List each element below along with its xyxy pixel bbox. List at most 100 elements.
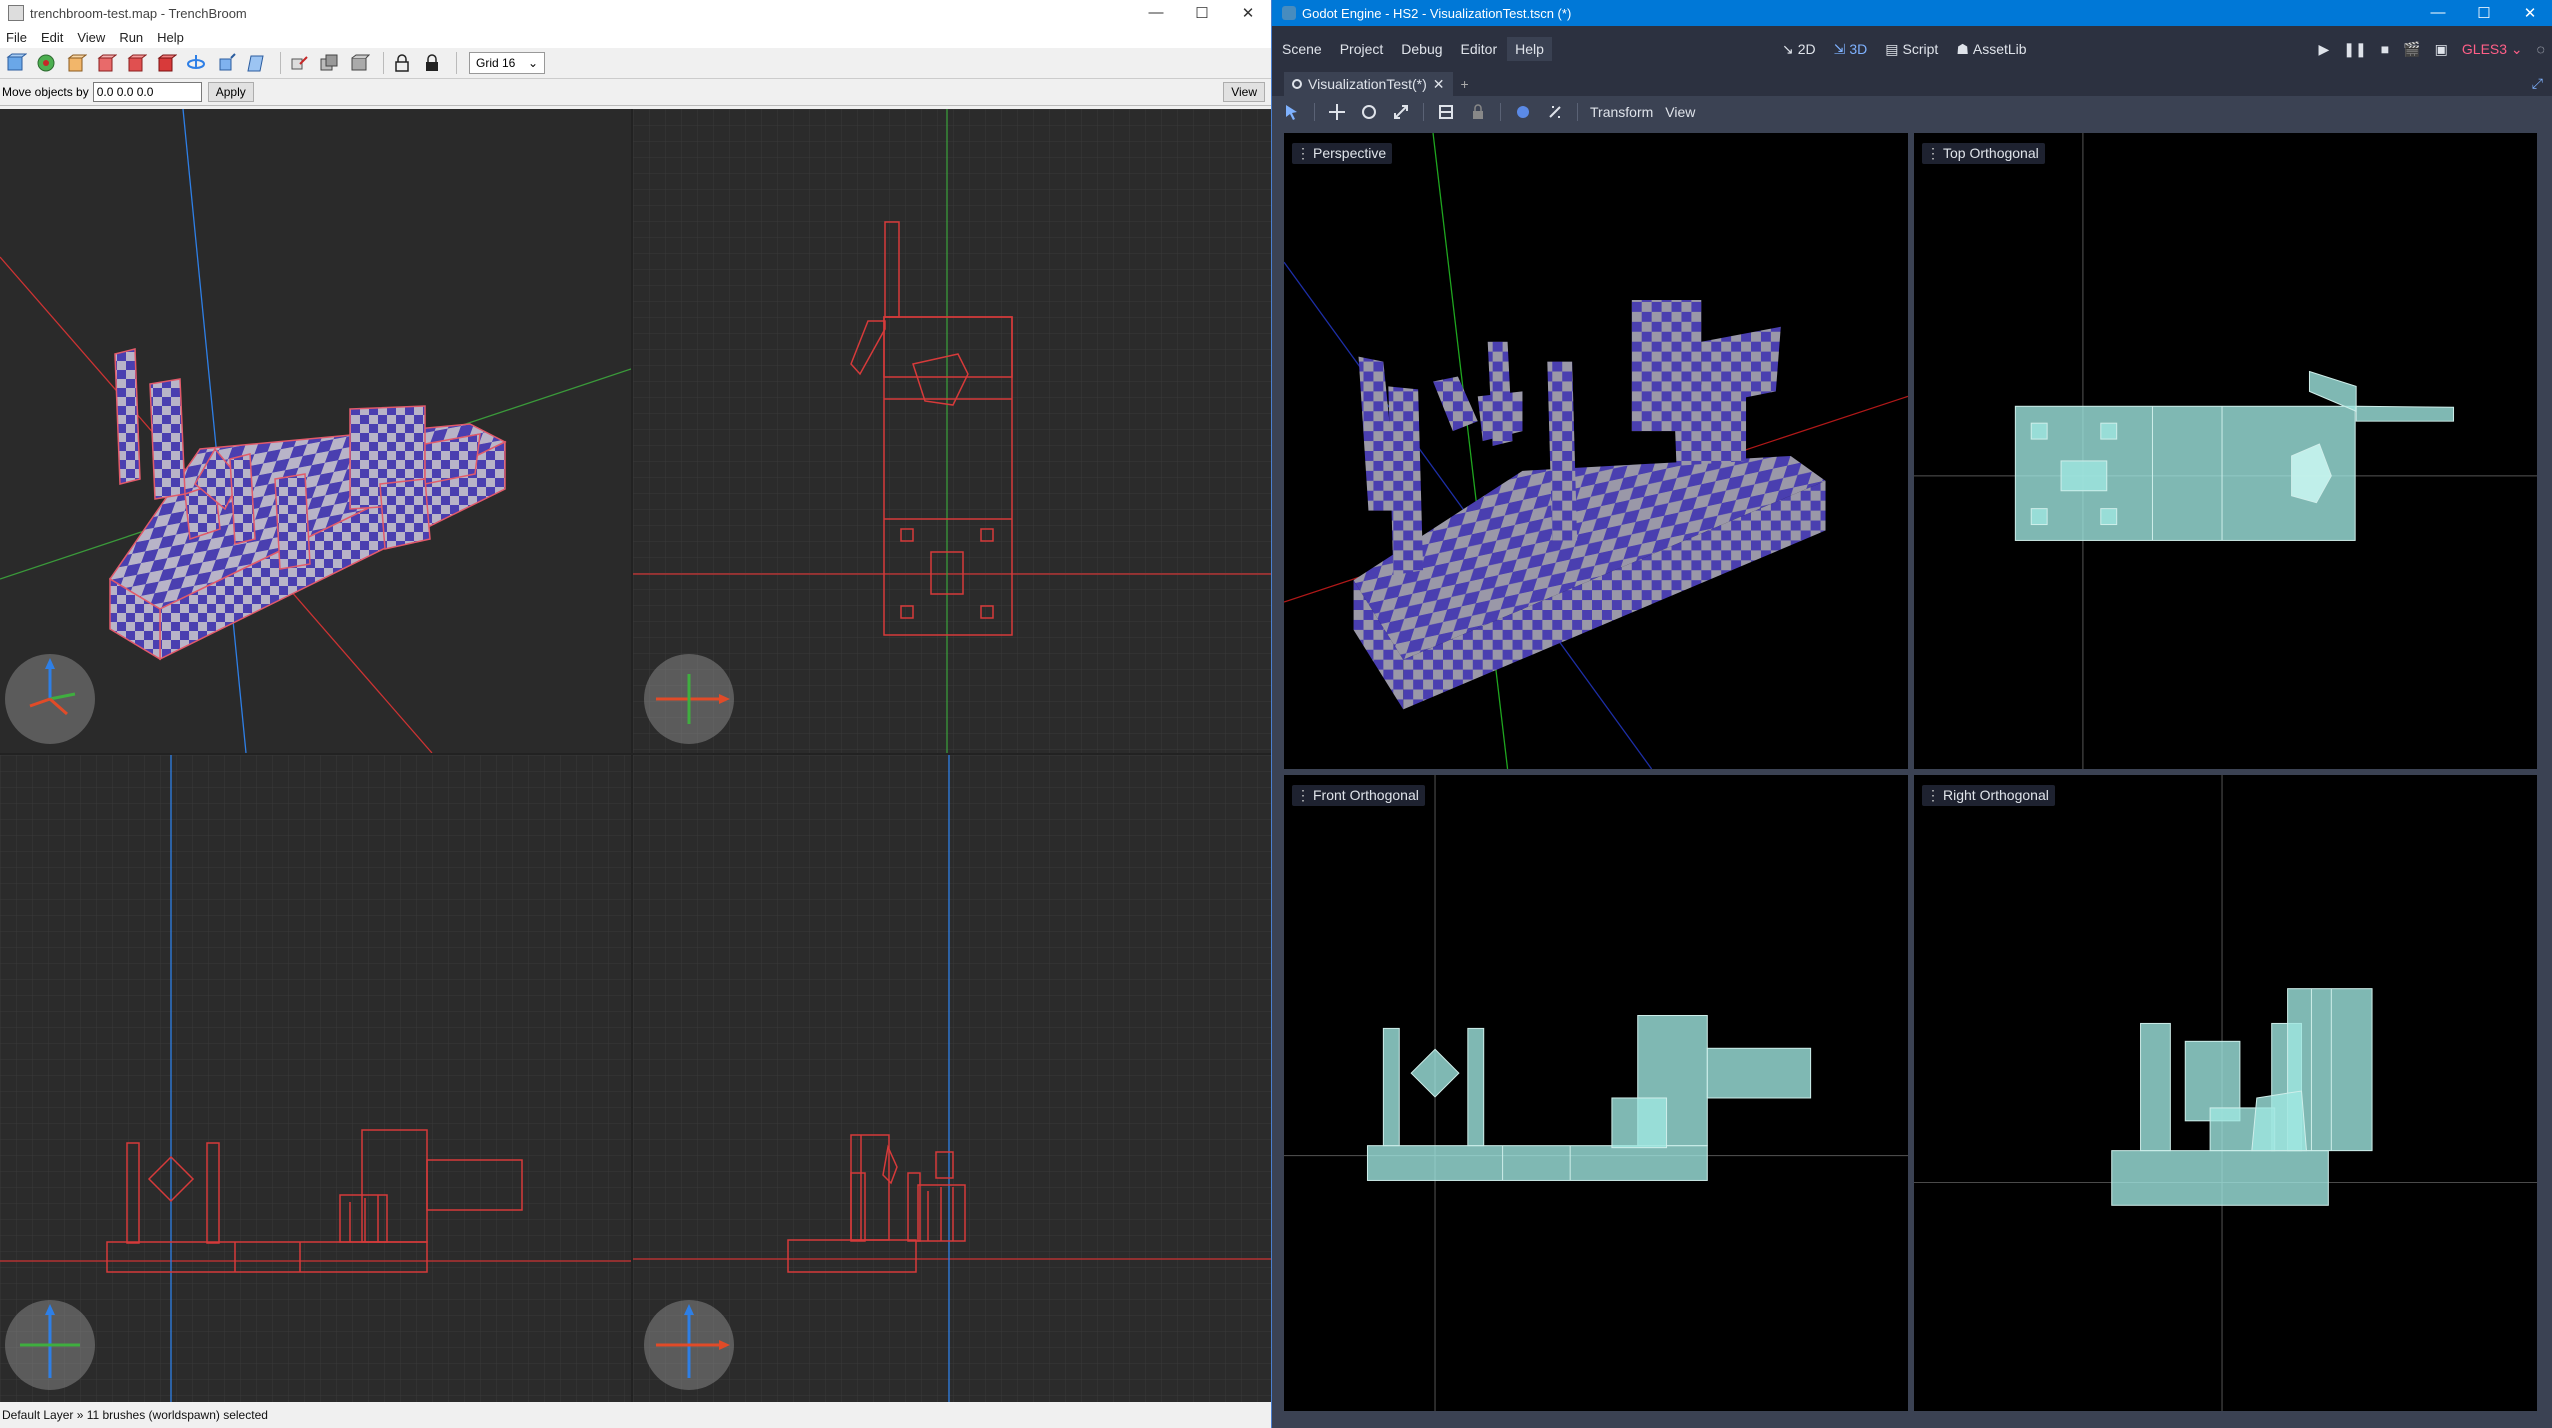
tb-viewport-area <box>0 109 1271 1402</box>
tb-titlebar: trenchbroom-test.map - TrenchBroom — ☐ ✕ <box>0 0 1271 26</box>
godot-3d-toolbar: Transform View <box>1272 96 2552 128</box>
mode-assetlib-button[interactable]: ☗ AssetLib <box>1956 41 2026 58</box>
view-button[interactable]: View <box>1223 82 1265 102</box>
tb-menu-view[interactable]: View <box>71 30 113 45</box>
godot-titlebar: Godot Engine - HS2 - VisualizationTest.t… <box>1272 0 2552 26</box>
godot-menu-project[interactable]: Project <box>1332 37 1392 61</box>
renderer-label: GLES3 <box>2461 40 2508 57</box>
tb-minimize-button[interactable]: — <box>1133 4 1179 22</box>
move-mode-icon[interactable] <box>1327 102 1347 122</box>
pause-icon[interactable]: ❚❚ <box>2343 41 2366 58</box>
local-space-icon[interactable] <box>1513 102 1533 122</box>
play-custom-scene-icon[interactable]: ▣ <box>2435 41 2448 58</box>
scene-tab[interactable]: VisualizationTest(*) ✕ <box>1284 72 1453 96</box>
clip-tool-icon[interactable] <box>154 52 178 74</box>
godot-app-icon <box>1282 6 1296 20</box>
mode-3d-label: 3D <box>1849 41 1868 57</box>
mode-2d-label: 2D <box>1797 41 1816 57</box>
flip-icon[interactable] <box>347 52 371 74</box>
tb-front-gizmo-icon <box>5 1300 95 1390</box>
tb-menu-file[interactable]: File <box>0 30 35 45</box>
tb-toolbar: Grid 16 ⌄ <box>0 48 1271 79</box>
add-tab-icon[interactable]: + <box>1461 76 1469 92</box>
list-select-icon[interactable] <box>1436 102 1456 122</box>
rotate-mode-icon[interactable] <box>1359 102 1379 122</box>
right-viewport[interactable]: Right Orthogonal <box>1912 773 2539 1413</box>
play-scene-icon[interactable]: 🎬 <box>2403 41 2420 58</box>
edge-tool-icon[interactable] <box>94 52 118 74</box>
face-tool-icon[interactable] <box>124 52 148 74</box>
close-icon[interactable]: ✕ <box>1433 76 1445 93</box>
tb-side-gizmo-icon <box>644 1300 734 1390</box>
godot-run-controls: ▶ ❚❚ ■ 🎬 ▣ GLES3 ⌄ ◌ <box>2319 41 2545 58</box>
godot-menu-debug[interactable]: Debug <box>1393 37 1450 61</box>
rotate-tool-icon[interactable] <box>184 52 208 74</box>
scene-tab-label: VisualizationTest(*) <box>1308 76 1427 92</box>
tb-menu-edit[interactable]: Edit <box>35 30 71 45</box>
mode-2d-button[interactable]: ↘ 2D <box>1782 41 1816 58</box>
godot-maximize-button[interactable]: ☐ <box>2461 4 2507 22</box>
front-scene <box>1284 775 1908 1411</box>
select-tool-icon[interactable] <box>4 52 28 74</box>
godot-menu-editor[interactable]: Editor <box>1453 37 1506 61</box>
trenchbroom-app-icon <box>8 5 24 21</box>
apply-button[interactable]: Apply <box>207 82 254 102</box>
godot-minimize-button[interactable]: — <box>2415 4 2461 22</box>
play-icon[interactable]: ▶ <box>2319 41 2330 58</box>
move-objects-input[interactable]: 0.0 0.0 0.0 <box>92 82 202 102</box>
tb-maximize-button[interactable]: ☐ <box>1179 4 1225 22</box>
scale-tool-icon[interactable] <box>214 52 238 74</box>
godot-scene-tabs: VisualizationTest(*) ✕ + ⤢ <box>1272 72 2552 96</box>
tb-menu-help[interactable]: Help <box>151 30 192 45</box>
right-orthogonal-label[interactable]: Right Orthogonal <box>1922 785 2055 806</box>
tb-top-gizmo-icon <box>644 654 734 744</box>
top-viewport[interactable]: Top Orthogonal <box>1912 131 2539 771</box>
perspective-label[interactable]: Perspective <box>1292 143 1393 164</box>
godot-window: Godot Engine - HS2 - VisualizationTest.t… <box>1271 0 2552 1428</box>
tb-3d-viewport[interactable] <box>0 109 631 753</box>
tb-top-viewport[interactable] <box>633 109 1271 753</box>
tb-window-title: trenchbroom-test.map - TrenchBroom <box>30 5 247 21</box>
front-orthogonal-label[interactable]: Front Orthogonal <box>1292 785 1425 806</box>
tb-close-button[interactable]: ✕ <box>1225 4 1271 22</box>
tb-status-bar: Default Layer » 11 brushes (worldspawn) … <box>0 1402 1271 1428</box>
godot-menu-scene[interactable]: Scene <box>1274 37 1330 61</box>
mode-script-button[interactable]: ▤ Script <box>1885 41 1938 58</box>
snap-icon[interactable] <box>1545 102 1565 122</box>
godot-menu-help[interactable]: Help <box>1507 37 1552 61</box>
tb-menubar: File Edit View Run Help <box>0 26 1271 48</box>
top-orthogonal-label[interactable]: Top Orthogonal <box>1922 143 2045 164</box>
transform-menu[interactable]: Transform <box>1590 104 1653 120</box>
perspective-scene <box>1284 133 1908 769</box>
distraction-free-icon[interactable]: ⤢ <box>2532 75 2543 92</box>
duplicate-icon[interactable] <box>317 52 341 74</box>
lock-icon[interactable] <box>390 52 414 74</box>
godot-viewport-area: Perspective Top Orthogonal <box>1282 131 2539 1413</box>
lock-icon[interactable] <box>1468 102 1488 122</box>
scale-mode-icon[interactable] <box>1391 102 1411 122</box>
uv-lock-icon[interactable] <box>420 52 444 74</box>
right-scene <box>1914 775 2537 1411</box>
tb-menu-run[interactable]: Run <box>113 30 151 45</box>
vertex-tool-icon[interactable] <box>34 52 58 74</box>
tb-front-viewport[interactable] <box>0 755 631 1402</box>
mode-script-label: Script <box>1902 41 1939 57</box>
godot-close-button[interactable]: ✕ <box>2507 4 2552 22</box>
chevron-down-icon: ⌄ <box>527 56 538 70</box>
texture-lock-icon[interactable] <box>287 52 311 74</box>
3d-icon: ⇲ <box>1833 40 1846 57</box>
grid-size-value: Grid 16 <box>476 56 516 70</box>
grid-size-select[interactable]: Grid 16 ⌄ <box>469 52 545 74</box>
brush-tool-icon[interactable] <box>64 52 88 74</box>
mode-3d-button[interactable]: ⇲ 3D <box>1834 41 1868 58</box>
perspective-viewport[interactable]: Perspective <box>1282 131 1910 771</box>
front-viewport[interactable]: Front Orthogonal <box>1282 773 1910 1413</box>
select-mode-icon[interactable] <box>1282 102 1302 122</box>
tb-side-viewport[interactable] <box>633 755 1271 1402</box>
renderer-select[interactable]: GLES3 ⌄ <box>2462 41 2523 58</box>
top-scene <box>1914 133 2537 769</box>
view-menu[interactable]: View <box>1665 104 1695 120</box>
stop-icon[interactable]: ■ <box>2381 41 2389 57</box>
shear-tool-icon[interactable] <box>244 52 268 74</box>
godot-window-title: Godot Engine - HS2 - VisualizationTest.t… <box>1302 5 1572 21</box>
